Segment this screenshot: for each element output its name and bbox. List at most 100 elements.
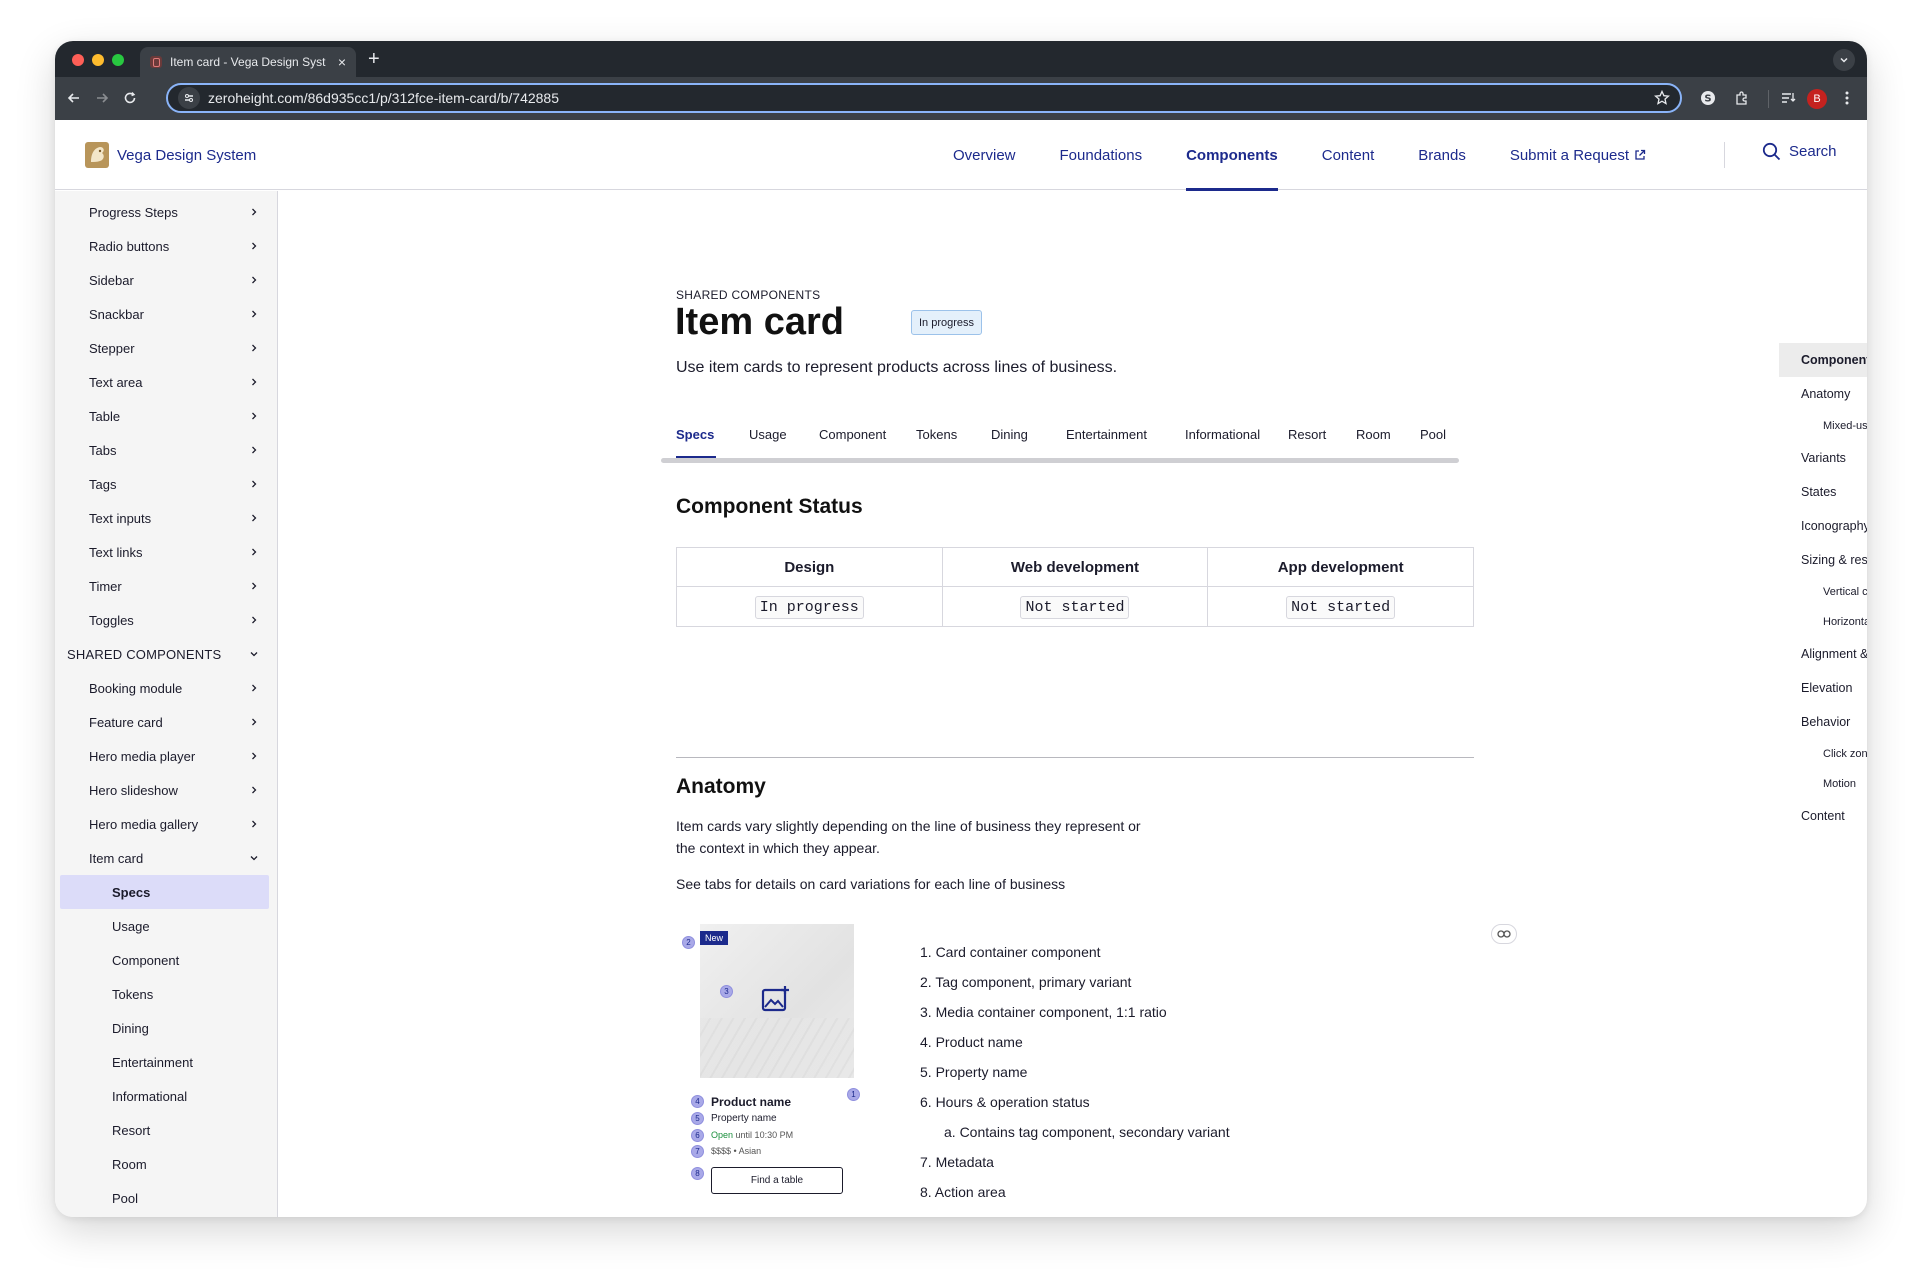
sidebar-item-label: Room [112,1156,147,1172]
sidebar-subitem-component[interactable]: Component [55,943,277,977]
new-tab-icon[interactable]: + [368,48,380,70]
reload-button[interactable] [120,88,140,108]
toc-item-states[interactable]: States [1779,475,1867,509]
nav-content[interactable]: Content [1322,120,1375,190]
more-menu-icon[interactable] [1837,88,1857,108]
sidebar-subitem-dining[interactable]: Dining [55,1011,277,1045]
back-button[interactable] [64,88,84,108]
close-tab-icon[interactable]: × [338,54,346,70]
chevron-right-icon [252,242,257,250]
tab-component[interactable]: Component [819,427,886,442]
maximize-window-button[interactable] [112,54,124,66]
sidebar-item-sidebar[interactable]: Sidebar [55,263,277,297]
page-lead: Use item cards to represent products acr… [676,359,1118,376]
sidebar-item-feature-card[interactable]: Feature card [55,705,277,739]
bookmark-star-icon[interactable] [1654,89,1670,111]
toc-item-motion[interactable]: Motion [1779,769,1867,799]
content-tabs: Specs Usage Component Tokens Dining Ente… [661,423,1459,463]
sidebar-section-shared-components[interactable]: SHARED COMPONENTS [55,637,277,671]
address-bar[interactable]: zeroheight.com/86d935cc1/p/312fce-item-c… [166,83,1682,113]
tabs-scroll-track[interactable] [661,458,1459,463]
sidebar-item-stepper[interactable]: Stepper [55,331,277,365]
sidebar-item-label: Toggles [89,612,134,628]
copy-link-button[interactable] [1491,924,1517,944]
marker-1: 1 [847,1088,860,1101]
tab-search-button[interactable] [1833,49,1855,71]
minimize-window-button[interactable] [92,54,104,66]
sidebar-item-text-inputs[interactable]: Text inputs [55,501,277,535]
nav-overview[interactable]: Overview [953,120,1016,190]
toc-item-component-status[interactable]: Component Status [1779,343,1867,377]
forward-button[interactable] [92,88,112,108]
toc-item-horizontal-card[interactable]: Horizontal card [1779,607,1867,637]
sidebar-item-item-card[interactable]: Item card [55,841,277,875]
sidebar-subitem-room[interactable]: Room [55,1147,277,1181]
table-header-web: Web development [941,547,1209,587]
sidebar-item-tags[interactable]: Tags [55,467,277,501]
sidebar-item-hero-media-player[interactable]: Hero media player [55,739,277,773]
sidebar-item-tabs[interactable]: Tabs [55,433,277,467]
sidebar-subitem-informational[interactable]: Informational [55,1079,277,1113]
profile-avatar[interactable]: B [1807,89,1827,109]
site-logo[interactable]: Vega Design System [85,142,256,168]
toc-item-behavior[interactable]: Behavior [1779,705,1867,739]
toc-item-iconography[interactable]: Iconography [1779,509,1867,543]
list-item: 2. Tag component, primary variant [920,974,1132,990]
sidebar-item-timer[interactable]: Timer [55,569,277,603]
anatomy-tabs-note: See tabs for details on card variations … [676,876,1066,892]
sidebar-item-text-links[interactable]: Text links [55,535,277,569]
reading-list-icon[interactable] [1778,88,1798,108]
search-button[interactable]: Search [1762,142,1837,161]
chevron-right-icon [252,582,257,590]
sidebar-subitem-pool[interactable]: Pool [55,1181,277,1215]
sidebar-item-progress-steps[interactable]: Progress Steps [55,195,277,229]
toc-item-mixed-use-scenarios[interactable]: Mixed-use scenarios [1779,411,1867,441]
sidebar-subitem-entertainment[interactable]: Entertainment [55,1045,277,1079]
sidebar-item-toggles[interactable]: Toggles [55,603,277,637]
toc-item-anatomy[interactable]: Anatomy [1779,377,1867,411]
toc-item-click-zones[interactable]: Click zones [1779,739,1867,769]
anatomy-description-line-1: Item cards vary slightly depending on th… [676,818,1141,834]
sidebar-subitem-resort[interactable]: Resort [55,1113,277,1147]
toc-item-variants[interactable]: Variants [1779,441,1867,475]
sidebar-item-hero-media-gallery[interactable]: Hero media gallery [55,807,277,841]
nav-submit-request[interactable]: Submit a Request [1510,120,1646,190]
tab-dining[interactable]: Dining [991,427,1028,442]
nav-components[interactable]: Components [1186,120,1278,191]
web-status-chip: Not started [1020,595,1130,619]
toc-item-sizing-and-responsiveness[interactable]: Sizing & responsiveness [1779,543,1867,577]
sidebar-subitem-specs[interactable]: Specs [60,875,269,909]
sidebar-subitem-tokens[interactable]: Tokens [55,977,277,1011]
sidebar-subitem-usage[interactable]: Usage [55,909,277,943]
sidebar-item-snackbar[interactable]: Snackbar [55,297,277,331]
sidebar-item-text-area[interactable]: Text area [55,365,277,399]
toc-item-elevation[interactable]: Elevation [1779,671,1867,705]
toc-item-content[interactable]: Content [1779,799,1867,833]
close-window-button[interactable] [72,54,84,66]
nav-brands[interactable]: Brands [1418,120,1466,190]
nav-foundations[interactable]: Foundations [1060,120,1143,190]
svg-text:S: S [1704,94,1711,105]
tab-usage[interactable]: Usage [749,427,787,442]
toc-item-vertical-card[interactable]: Vertical card [1779,577,1867,607]
tab-informational[interactable]: Informational [1185,427,1260,442]
sidebar-item-hero-slideshow[interactable]: Hero slideshow [55,773,277,807]
tab-tokens[interactable]: Tokens [916,427,957,442]
tab-specs[interactable]: Specs [676,427,714,442]
extensions-puzzle-icon[interactable] [1732,88,1752,108]
extension-s-icon[interactable]: S [1698,88,1718,108]
tab-resort[interactable]: Resort [1288,427,1326,442]
sidebar-item-label: Usage [112,918,150,934]
toc-item-alignment-and-spacing[interactable]: Alignment & spacing [1779,637,1867,671]
sidebar-item-booking-module[interactable]: Booking module [55,671,277,705]
tab-entertainment[interactable]: Entertainment [1066,427,1147,442]
list-item: 3. Media container component, 1:1 ratio [920,1004,1167,1020]
sidebar-item-label: Informational [112,1088,188,1104]
zeroheight-favicon-icon [150,56,162,68]
browser-tab[interactable]: Item card - Vega Design Syst × [140,47,356,77]
tab-pool[interactable]: Pool [1420,427,1446,442]
sidebar-item-radio-buttons[interactable]: Radio buttons [55,229,277,263]
tab-room[interactable]: Room [1356,427,1391,442]
site-info-icon[interactable] [178,87,200,109]
sidebar-item-table[interactable]: Table [55,399,277,433]
